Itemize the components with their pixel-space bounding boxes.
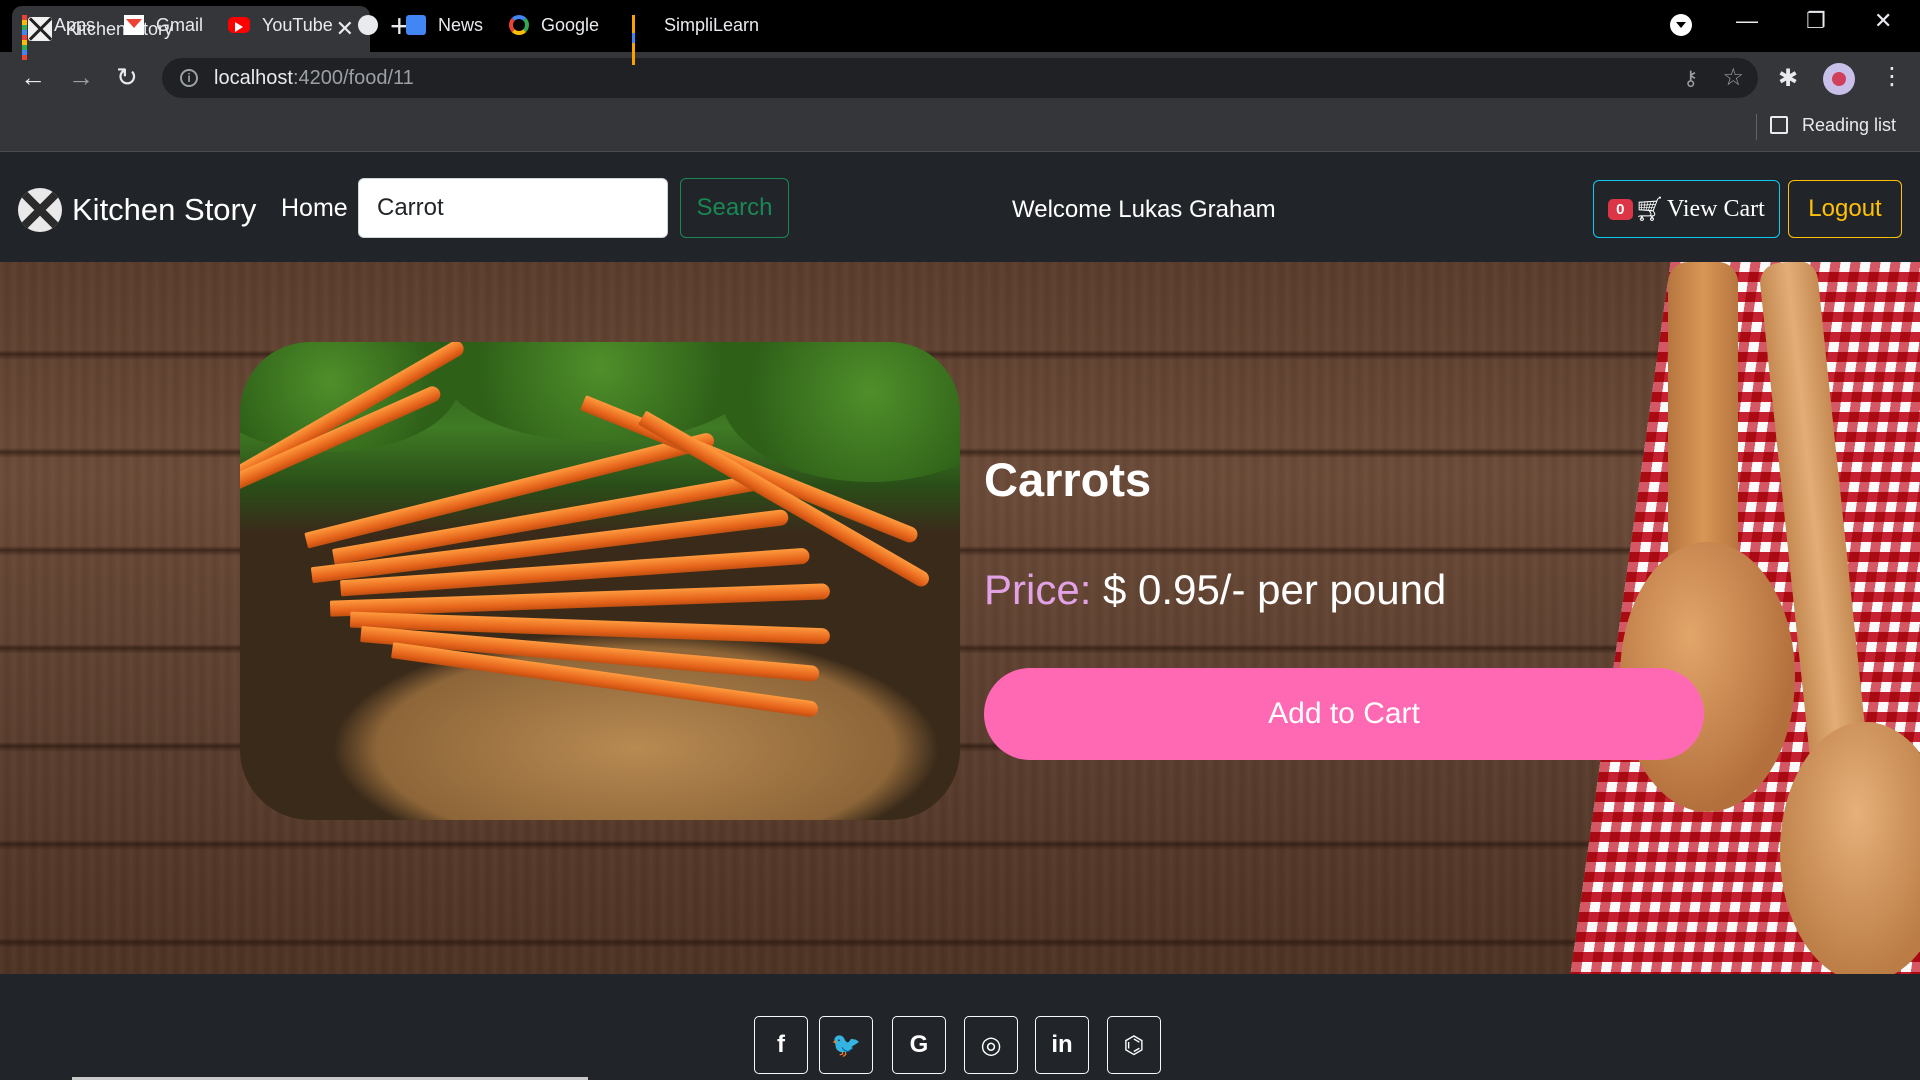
reload-button[interactable]: ↻ <box>116 62 138 92</box>
bookmark-news[interactable]: News <box>406 8 483 42</box>
linkedin-icon[interactable]: in <box>1035 1016 1089 1074</box>
twitter-icon[interactable]: 🐦 <box>819 1016 873 1074</box>
forward-button[interactable]: → <box>68 62 94 92</box>
view-cart-button[interactable]: 0 🛒︎ View Cart <box>1593 180 1780 238</box>
product-image <box>240 342 960 820</box>
price-value: $ 0.95/- per pound <box>1091 566 1447 613</box>
address-url: localhost:4200/food/11 <box>214 66 414 89</box>
site-navbar: Kitchen Story Home Search Welcome Lukas … <box>0 152 1920 262</box>
page-viewport: Kitchen Story Home Search Welcome Lukas … <box>0 152 1920 1080</box>
facebook-icon[interactable]: f <box>754 1016 808 1074</box>
brand-name: Kitchen Story <box>72 192 257 227</box>
kitchen-story-logo-icon <box>18 188 62 232</box>
password-key-icon[interactable]: ⚷ <box>1683 66 1698 91</box>
add-to-cart-button[interactable]: Add to Cart <box>984 668 1704 760</box>
reading-list-button[interactable]: Reading list <box>1770 108 1896 142</box>
youtube-icon <box>228 17 250 33</box>
cart-count-badge: 0 <box>1608 198 1633 220</box>
simplilearn-icon <box>632 15 652 65</box>
gmail-icon <box>124 15 144 35</box>
site-footer <box>0 974 1920 1080</box>
tab-search-icon[interactable] <box>1670 14 1692 36</box>
profile-avatar[interactable] <box>1823 63 1855 95</box>
wooden-spoon-decoration <box>1668 262 1738 582</box>
apps-grid-icon <box>22 15 42 60</box>
globe-icon <box>358 15 378 35</box>
product-title: Carrots <box>984 453 1152 506</box>
shopping-cart-icon: 🛒︎ <box>1634 196 1665 223</box>
address-bar[interactable]: i localhost:4200/food/11 ⚷ ☆ <box>162 58 1758 98</box>
product-hero: Carrots Price: $ 0.95/- per pound Add to… <box>0 262 1920 974</box>
bookmark-youtube[interactable]: YouTube <box>228 8 333 42</box>
extensions-puzzle-icon[interactable]: ✱ <box>1778 64 1798 93</box>
view-cart-label: View Cart <box>1666 195 1765 222</box>
logout-button[interactable]: Logout <box>1788 180 1902 238</box>
bookmark-gmail[interactable]: Gmail <box>124 8 203 42</box>
bookmark-simplilearn[interactable]: SimpliLearn <box>632 8 759 65</box>
search-input[interactable] <box>358 178 668 238</box>
bookmark-globe[interactable] <box>358 8 390 42</box>
bookmark-apps[interactable]: Apps <box>22 8 95 60</box>
github-icon[interactable]: ⌬ <box>1107 1016 1161 1074</box>
reading-list-icon <box>1770 116 1788 134</box>
search-button[interactable]: Search <box>680 178 789 238</box>
google-icon <box>509 15 529 35</box>
price-label: Price: <box>984 566 1092 613</box>
bookmarks-divider <box>1756 114 1757 140</box>
window-close-button[interactable]: ✕ <box>1874 8 1892 34</box>
welcome-message: Welcome Lukas Graham <box>1012 196 1276 223</box>
browser-toolbar: ← → ↻ i localhost:4200/food/11 ⚷ ☆ ✱ ⋮ <box>0 52 1920 104</box>
google-social-icon[interactable]: G <box>892 1016 946 1074</box>
tab-close-icon[interactable]: ✕ <box>336 18 354 40</box>
bookmarks-bar <box>0 104 1920 152</box>
window-minimize-button[interactable]: — <box>1736 8 1758 34</box>
bookmark-star-icon[interactable]: ☆ <box>1722 63 1744 92</box>
site-info-icon[interactable]: i <box>180 69 198 87</box>
news-icon <box>406 15 426 35</box>
bookmark-google[interactable]: Google <box>509 8 599 42</box>
brand-link[interactable]: Kitchen Story <box>18 188 256 232</box>
nav-home-link[interactable]: Home <box>281 194 348 223</box>
instagram-icon[interactable]: ◎ <box>964 1016 1018 1074</box>
back-button[interactable]: ← <box>20 62 46 92</box>
browser-menu-icon[interactable]: ⋮ <box>1880 62 1904 91</box>
window-restore-button[interactable]: ❐ <box>1806 8 1826 34</box>
product-price: Price: $ 0.95/- per pound <box>984 566 1446 614</box>
